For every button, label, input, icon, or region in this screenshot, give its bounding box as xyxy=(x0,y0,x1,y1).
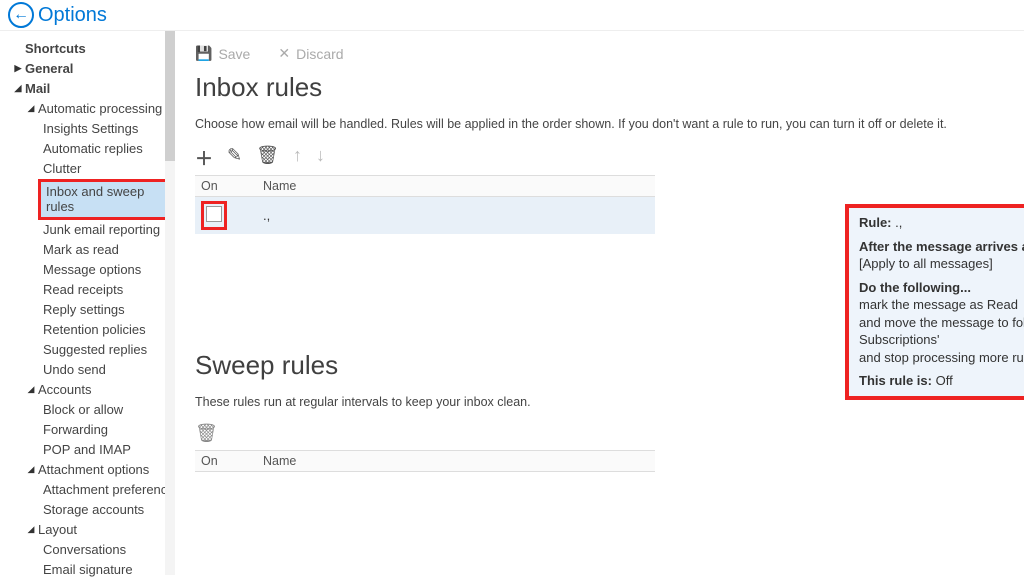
save-icon: 💾 xyxy=(195,45,212,62)
col-name: Name xyxy=(257,176,655,196)
nav-storage-accounts[interactable]: Storage accounts xyxy=(0,500,175,520)
rule-status-value: Off xyxy=(936,373,953,388)
sweep-toolbar: 🗑 xyxy=(195,423,1004,444)
after-arrives-label: After the message arrives and... xyxy=(859,239,1024,254)
nav-conversations[interactable]: Conversations xyxy=(0,540,175,560)
add-rule-button[interactable]: ＋ xyxy=(195,145,213,171)
nav-mark-as-read[interactable]: Mark as read xyxy=(0,240,175,260)
rule-name: ., xyxy=(895,215,902,230)
rule-status-label: This rule is: xyxy=(859,373,932,388)
nav-automatic-replies[interactable]: Automatic replies xyxy=(0,139,175,159)
back-button[interactable]: ← xyxy=(8,2,34,28)
rule-name-cell: ., xyxy=(257,204,655,227)
rule-details-panel: Rule: ., After the message arrives and..… xyxy=(845,204,1024,400)
rule-action-2: and move the message to folder 'RSS Subs… xyxy=(859,314,1024,349)
rule-label: Rule: xyxy=(859,215,892,230)
nav-read-receipts[interactable]: Read receipts xyxy=(0,280,175,300)
nav-attachment-preference[interactable]: Attachment preference xyxy=(0,480,175,500)
page-title: Options xyxy=(38,4,107,27)
nav-accounts[interactable]: ◢Accounts xyxy=(0,380,175,400)
chevron-down-icon: ◢ xyxy=(26,464,36,475)
save-button[interactable]: 💾 Save xyxy=(195,45,250,62)
chevron-down-icon: ◢ xyxy=(13,83,23,94)
nav-attachment-options[interactable]: ◢Attachment options xyxy=(0,460,175,480)
rule-enabled-checkbox[interactable] xyxy=(206,206,222,222)
nav-reply-settings[interactable]: Reply settings xyxy=(0,300,175,320)
chevron-down-icon: ◢ xyxy=(26,524,36,535)
nav-forwarding[interactable]: Forwarding xyxy=(0,420,175,440)
discard-button[interactable]: ✕ Discard xyxy=(278,45,343,62)
nav-message-options[interactable]: Message options xyxy=(0,260,175,280)
nav-shortcuts[interactable]: Shortcuts xyxy=(0,39,175,59)
table-header: On Name xyxy=(195,175,655,197)
nav-layout[interactable]: ◢Layout xyxy=(0,520,175,540)
nav-junk-email-reporting[interactable]: Junk email reporting xyxy=(0,220,175,240)
arrow-left-icon: ← xyxy=(13,6,29,24)
page-header: ← Options xyxy=(0,0,1024,31)
table-header: On Name xyxy=(195,450,655,472)
nav-block-allow[interactable]: Block or allow xyxy=(0,400,175,420)
nav-pop-imap[interactable]: POP and IMAP xyxy=(0,440,175,460)
sweep-rules-table: On Name xyxy=(195,450,655,472)
rule-action-3: and stop processing more rules on this m… xyxy=(859,349,1024,367)
rule-action-1: mark the message as Read xyxy=(859,296,1024,314)
table-row[interactable]: ., xyxy=(195,197,655,234)
inbox-rules-heading: Inbox rules xyxy=(195,72,1004,103)
nav-mail[interactable]: ◢Mail xyxy=(0,79,175,99)
scroll-thumb[interactable] xyxy=(165,31,175,161)
nav-inbox-sweep-rules[interactable]: Inbox and sweep rules xyxy=(41,182,165,217)
nav-general[interactable]: ▶General xyxy=(0,59,175,79)
chevron-down-icon: ◢ xyxy=(26,384,36,395)
delete-rule-button[interactable]: 🗑 xyxy=(256,145,279,171)
nav-email-signature[interactable]: Email signature xyxy=(0,560,175,580)
nav-suggested-replies[interactable]: Suggested replies xyxy=(0,340,175,360)
nav-sidebar: Shortcuts ▶General ◢Mail ◢Automatic proc… xyxy=(0,31,175,575)
nav-undo-send[interactable]: Undo send xyxy=(0,360,175,380)
delete-sweep-button[interactable]: 🗑 xyxy=(195,423,218,444)
main-content: 💾 Save ✕ Discard Inbox rules Choose how … xyxy=(175,31,1024,575)
scrollbar[interactable] xyxy=(165,31,175,575)
nav-insights-settings[interactable]: Insights Settings xyxy=(0,119,175,139)
move-down-button[interactable]: ↓ xyxy=(316,145,325,171)
move-up-button[interactable]: ↑ xyxy=(293,145,302,171)
col-name: Name xyxy=(257,451,655,471)
nav-automatic-processing[interactable]: ◢Automatic processing xyxy=(0,99,175,119)
discard-icon: ✕ xyxy=(278,45,290,62)
col-on: On xyxy=(195,176,257,196)
rule-toolbar: ＋ ✎ 🗑 ↑ ↓ xyxy=(195,145,1004,171)
col-on: On xyxy=(195,451,257,471)
rule-condition: [Apply to all messages] xyxy=(859,255,1024,273)
nav-retention-policies[interactable]: Retention policies xyxy=(0,320,175,340)
edit-rule-button[interactable]: ✎ xyxy=(227,145,242,171)
inbox-rules-table: On Name ., xyxy=(195,175,655,234)
do-following-label: Do the following... xyxy=(859,280,971,295)
chevron-down-icon: ◢ xyxy=(26,103,36,114)
action-toolbar: 💾 Save ✕ Discard xyxy=(195,45,1004,62)
nav-clutter[interactable]: Clutter xyxy=(0,159,175,179)
inbox-rules-description: Choose how email will be handled. Rules … xyxy=(195,117,1004,131)
chevron-right-icon: ▶ xyxy=(13,63,23,74)
